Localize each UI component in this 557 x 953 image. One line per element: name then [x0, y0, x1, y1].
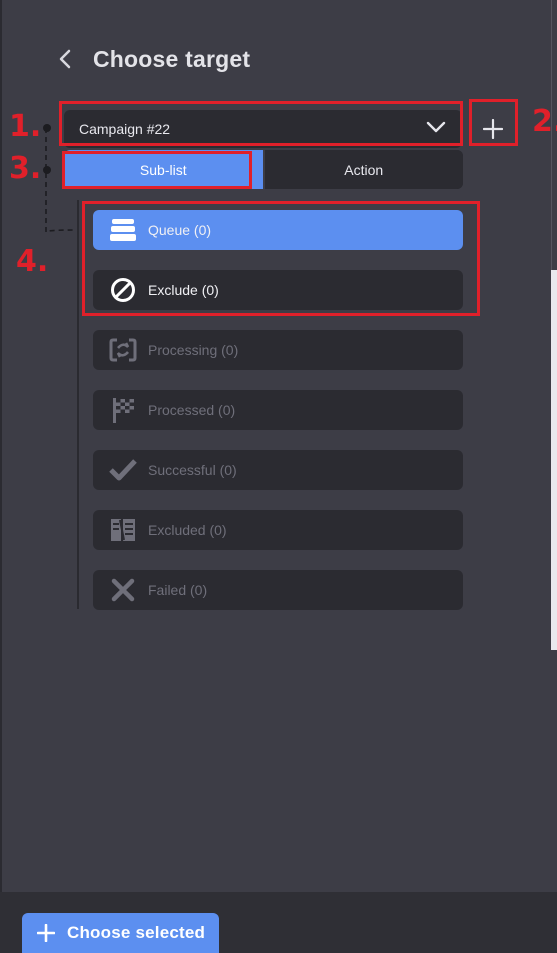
annotation-number-3: 3. — [9, 151, 42, 186]
annotation-connector — [45, 128, 77, 233]
annotation-number-2: 2. — [532, 104, 557, 139]
annotation-dot — [43, 166, 51, 174]
annotation-number-1: 1. — [9, 109, 42, 144]
annotation-number-4: 4. — [16, 244, 49, 279]
choose-selected-label: Choose selected — [67, 923, 206, 942]
plus-icon — [37, 923, 57, 943]
choose-selected-button[interactable]: Choose selected — [22, 913, 219, 953]
annotation-dot — [43, 124, 51, 132]
choose-target-panel: Choose target Campaign #22 Sub-list Acti… — [0, 0, 557, 953]
